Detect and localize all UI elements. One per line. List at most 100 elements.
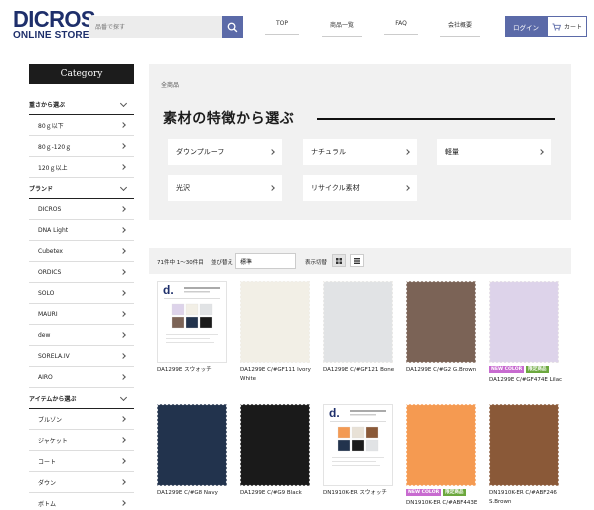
logo[interactable]: DICROS ONLINE STORE bbox=[13, 7, 96, 41]
product-name[interactable]: DA1299E スウォッチ bbox=[157, 366, 241, 375]
sidebar-section[interactable]: アイテムから選ぶ bbox=[29, 388, 134, 409]
feature-link-recycled[interactable]: リサイクル素材 bbox=[303, 175, 417, 201]
limited-badge: 限定商品 bbox=[526, 366, 549, 373]
sidebar-item[interactable]: コート bbox=[29, 451, 134, 472]
chevron-right-icon bbox=[120, 332, 126, 338]
sidebar-item[interactable]: 80ｇ以下 bbox=[29, 115, 134, 136]
login-button[interactable]: ログイン bbox=[505, 16, 547, 37]
product-image[interactable] bbox=[240, 281, 310, 363]
product-card[interactable]: DA1299E C/#GF111 Ivory White bbox=[240, 281, 311, 383]
cart-icon bbox=[552, 22, 561, 31]
product-image[interactable] bbox=[240, 404, 310, 486]
swatch-sheet-icon: d. bbox=[163, 283, 220, 343]
product-card[interactable]: NEW COLOR 限定商品 DA1299E C/#GF474E Lilac bbox=[489, 281, 562, 385]
product-image[interactable]: d. bbox=[157, 281, 227, 363]
breadcrumb[interactable]: 全商品 bbox=[161, 80, 179, 89]
product-card[interactable]: NEW COLOR 限定商品 DN1910K-ER C/#ABF443E bbox=[406, 404, 477, 508]
feature-label: ナチュラル bbox=[311, 148, 346, 156]
sidebar-item-label: コート bbox=[38, 458, 57, 466]
product-name[interactable]: DA1299E C/#G8 Navy bbox=[157, 489, 241, 498]
sidebar-item[interactable]: ブルゾン bbox=[29, 409, 134, 430]
sidebar-item[interactable]: AIRO bbox=[29, 367, 134, 388]
sidebar-item-label: DNA Light bbox=[38, 226, 69, 234]
search-button[interactable] bbox=[222, 16, 243, 38]
grid-view-button[interactable] bbox=[332, 254, 346, 267]
product-image[interactable] bbox=[406, 281, 476, 363]
feature-link-gloss[interactable]: 光沢 bbox=[168, 175, 282, 201]
product-name[interactable]: DA1299E C/#GF121 Bone bbox=[323, 366, 407, 375]
nav-top[interactable]: TOP bbox=[265, 20, 299, 35]
sidebar-item[interactable]: Cubetex bbox=[29, 241, 134, 262]
feature-link-natural[interactable]: ナチュラル bbox=[303, 139, 417, 165]
sidebar-item-label: ボトム bbox=[38, 500, 57, 508]
sidebar-item[interactable]: SORELA.IV bbox=[29, 346, 134, 367]
sidebar-item[interactable]: 80ｇ-120ｇ bbox=[29, 136, 134, 157]
product-image[interactable] bbox=[489, 404, 559, 486]
sidebar-item[interactable]: ORDICS bbox=[29, 262, 134, 283]
sidebar-item-label: DICROS bbox=[38, 205, 62, 213]
chevron-right-icon bbox=[120, 311, 126, 317]
fabric-swatch bbox=[489, 281, 559, 363]
nav-products[interactable]: 商品一覧 bbox=[322, 20, 362, 37]
product-name[interactable]: DA1299E C/#GF474E Lilac bbox=[489, 376, 573, 385]
new-color-badge: NEW COLOR bbox=[489, 366, 525, 373]
feature-link-lightweight[interactable]: 軽量 bbox=[437, 139, 551, 165]
product-card[interactable]: DA1299E C/#GF121 Bone bbox=[323, 281, 394, 375]
nav-company[interactable]: 会社概要 bbox=[440, 20, 480, 37]
fabric-swatch bbox=[406, 404, 476, 486]
sort-select[interactable]: 標準 bbox=[235, 253, 296, 269]
grid-icon bbox=[336, 257, 342, 264]
sidebar-item[interactable]: ジャケット bbox=[29, 430, 134, 451]
feature-link-down-proof[interactable]: ダウンプルーフ bbox=[168, 139, 282, 165]
product-card[interactable]: d. DN1910K-ER スウォッチ bbox=[323, 404, 393, 498]
product-card[interactable]: DN1910K-ER C/#ABF246 S.Brown bbox=[489, 404, 559, 506]
badge-row: NEW COLOR 限定商品 bbox=[406, 489, 476, 496]
product-image[interactable] bbox=[323, 281, 393, 363]
sidebar-item-label: ブルゾン bbox=[38, 416, 63, 424]
chevron-right-icon bbox=[120, 437, 126, 443]
product-card[interactable]: DA1299E C/#G8 Navy bbox=[157, 404, 227, 498]
product-name[interactable]: DN1910K-ER スウォッチ bbox=[323, 489, 407, 498]
product-card[interactable]: DA1299E C/#G2 G.Brown bbox=[406, 281, 476, 375]
results-toolbar: 71件中 1～30件目 並び替え 標準 表示切替 bbox=[149, 248, 571, 274]
sidebar-item[interactable]: 120ｇ以上 bbox=[29, 157, 134, 178]
list-view-button[interactable] bbox=[350, 254, 364, 267]
feature-label: リサイクル素材 bbox=[311, 184, 360, 192]
nav-faq[interactable]: FAQ bbox=[384, 20, 418, 35]
sidebar-item[interactable]: dew bbox=[29, 325, 134, 346]
product-image[interactable] bbox=[489, 281, 559, 363]
product-name[interactable]: DA1299E C/#GF111 Ivory White bbox=[240, 366, 324, 383]
product-image[interactable]: d. bbox=[323, 404, 393, 486]
sidebar-section[interactable]: ブランド bbox=[29, 178, 134, 199]
chevron-right-icon bbox=[538, 149, 544, 155]
sidebar-item[interactable]: SOLO bbox=[29, 283, 134, 304]
product-card[interactable]: d. DA1299E スウォッチ bbox=[157, 281, 227, 375]
sidebar-item[interactable]: MAURI bbox=[29, 304, 134, 325]
product-image[interactable] bbox=[406, 404, 476, 486]
sidebar-item[interactable]: ダウン bbox=[29, 472, 134, 493]
chevron-right-icon bbox=[120, 269, 126, 275]
product-name[interactable]: DN1910K-ER C/#ABF443E bbox=[406, 499, 490, 508]
title-rule bbox=[317, 118, 555, 120]
sidebar-section[interactable]: 重さから選ぶ bbox=[29, 94, 134, 115]
chevron-right-icon bbox=[269, 185, 275, 191]
chevron-right-icon bbox=[120, 374, 126, 380]
product-card[interactable]: DA1299E C/#G9 Black bbox=[240, 404, 310, 498]
product-name[interactable]: DN1910K-ER C/#ABF246 S.Brown bbox=[489, 489, 573, 506]
product-name[interactable]: DA1299E C/#G9 Black bbox=[240, 489, 324, 498]
product-image[interactable] bbox=[157, 404, 227, 486]
sidebar-item[interactable]: ボトム bbox=[29, 493, 134, 510]
chevron-right-icon bbox=[120, 206, 126, 212]
sidebar-item[interactable]: DNA Light bbox=[29, 220, 134, 241]
chevron-right-icon bbox=[120, 227, 126, 233]
sidebar-item[interactable]: DICROS bbox=[29, 199, 134, 220]
product-name[interactable]: DA1299E C/#G2 G.Brown bbox=[406, 366, 490, 375]
cart-button[interactable]: カート bbox=[547, 16, 587, 37]
search-input[interactable] bbox=[89, 16, 222, 38]
sidebar-item-label: ジャケット bbox=[38, 437, 68, 445]
badge-row: NEW COLOR 限定商品 bbox=[489, 366, 559, 373]
chevron-down-icon bbox=[119, 183, 128, 192]
sidebar-item-label: dew bbox=[38, 331, 51, 339]
sidebar-item-label: ダウン bbox=[38, 479, 57, 487]
chevron-right-icon bbox=[120, 479, 126, 485]
